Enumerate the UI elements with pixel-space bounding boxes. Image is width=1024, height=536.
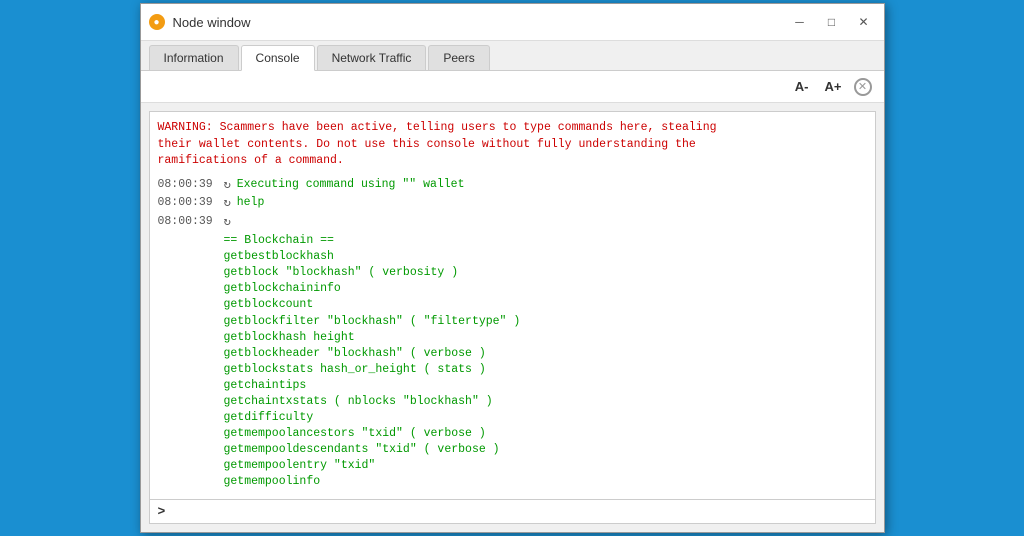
window-controls: ─ □ ✕ [788, 10, 876, 34]
help-line: getblockchaininfo [224, 281, 859, 297]
help-line: getblockhash height [224, 330, 859, 346]
help-line: getblock "blockhash" ( verbosity ) [224, 265, 859, 281]
log-icon-0: ↻ [224, 177, 231, 194]
console-area: WARNING: Scammers have been active, tell… [149, 111, 876, 523]
help-line: getchaintips [224, 378, 859, 394]
help-line: == Blockchain == [224, 233, 859, 249]
clear-console-button[interactable]: ✕ [854, 78, 872, 96]
tab-peers[interactable]: Peers [428, 45, 489, 70]
help-line: getmempoolentry "txid" [224, 458, 859, 474]
help-line: getmempoolancestors "txid" ( verbose ) [224, 426, 859, 442]
maximize-button[interactable]: □ [820, 10, 844, 34]
font-increase-button[interactable]: A+ [821, 77, 846, 96]
help-line: getmempooldescendants "txid" ( verbose ) [224, 442, 859, 458]
minimize-button[interactable]: ─ [788, 10, 812, 34]
help-line: getchaintxstats ( nblocks "blockhash" ) [224, 394, 859, 410]
help-line: getbestblockhash [224, 249, 859, 265]
tab-network-traffic[interactable]: Network Traffic [317, 45, 427, 70]
console-input-bar: > [150, 499, 875, 523]
prompt-symbol: > [158, 504, 166, 519]
help-output: == Blockchain ==getbestblockhashgetblock… [224, 233, 859, 491]
log-text-1: help [237, 195, 265, 211]
log-entry-0: 08:00:39 ↻ Executing command using "" wa… [158, 177, 859, 194]
font-decrease-button[interactable]: A- [791, 77, 813, 96]
console-input[interactable] [171, 505, 866, 518]
app-icon: ● [149, 14, 165, 30]
help-line: getblockfilter "blockhash" ( "filtertype… [224, 314, 859, 330]
log-icon-2: ↻ [224, 214, 231, 231]
log-icon-1: ↻ [224, 195, 231, 212]
help-line: getdifficulty [224, 410, 859, 426]
window-title: Node window [173, 15, 780, 30]
tab-information[interactable]: Information [149, 45, 239, 70]
tab-bar: Information Console Network Traffic Peer… [141, 41, 884, 71]
warning-message: WARNING: Scammers have been active, tell… [158, 120, 859, 168]
close-button[interactable]: ✕ [852, 10, 876, 34]
log-entry-1: 08:00:39 ↻ help [158, 195, 859, 212]
console-toolbar: A- A+ ✕ [141, 71, 884, 103]
help-line: getblockheader "blockhash" ( verbose ) [224, 346, 859, 362]
help-line: getblockstats hash_or_height ( stats ) [224, 362, 859, 378]
log-time-2: 08:00:39 [158, 214, 218, 230]
log-time-1: 08:00:39 [158, 195, 218, 211]
log-text-0: Executing command using "" wallet [237, 177, 465, 193]
node-window: ● Node window ─ □ ✕ Information Console … [140, 3, 885, 532]
console-output[interactable]: WARNING: Scammers have been active, tell… [150, 112, 875, 498]
log-entry-2: 08:00:39 ↻ [158, 214, 859, 231]
log-time-0: 08:00:39 [158, 177, 218, 193]
help-line: getmempoolinfo [224, 474, 859, 490]
title-bar: ● Node window ─ □ ✕ [141, 4, 884, 41]
tab-console[interactable]: Console [241, 45, 315, 71]
help-line: getblockcount [224, 297, 859, 313]
